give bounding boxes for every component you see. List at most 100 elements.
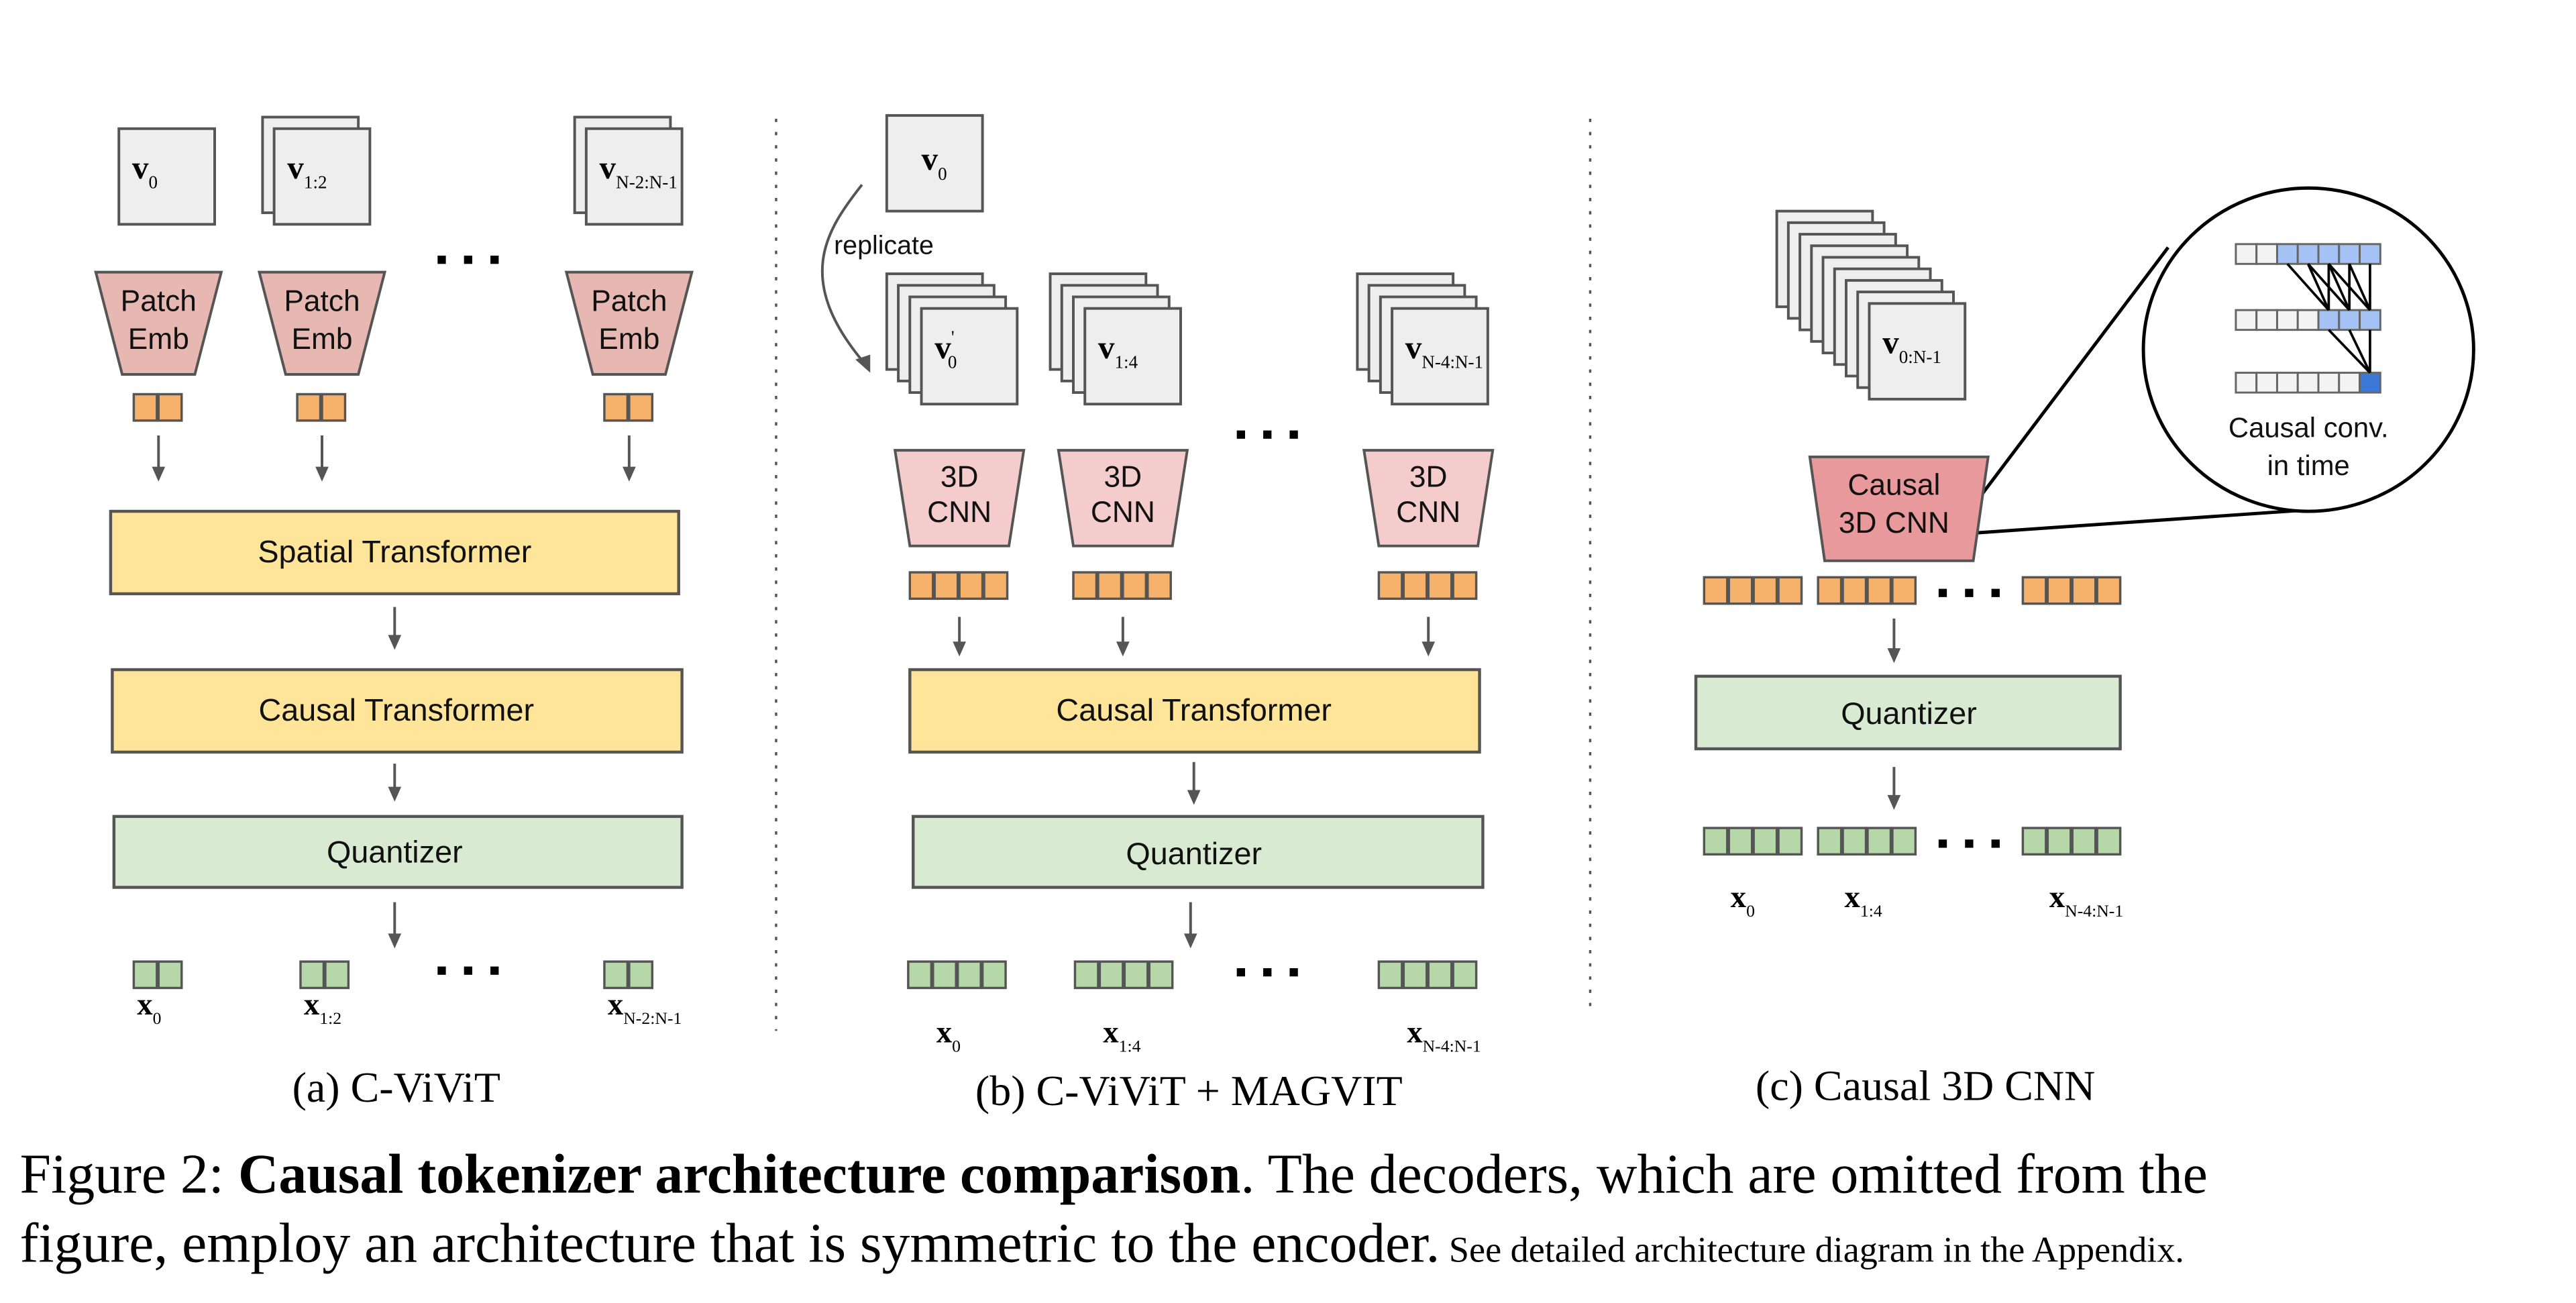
encoder-label: CNN <box>1091 496 1155 529</box>
token <box>132 960 158 990</box>
input-frame-stack: v' 0 <box>885 272 1019 406</box>
quantizer-label-b: Quantizer <box>1126 836 1262 871</box>
arrowhead-icon <box>388 786 402 802</box>
token <box>1841 576 1868 605</box>
token <box>1072 571 1098 601</box>
encoder-label: CNN <box>1396 496 1460 529</box>
arrowhead-icon <box>953 641 966 657</box>
token <box>1777 827 1803 856</box>
output-label: x0 <box>1731 880 1755 921</box>
token <box>1452 571 1478 601</box>
token <box>628 393 654 422</box>
panel-a-tokens <box>132 393 654 422</box>
figure-caption-line2: figure, employ an architecture that is s… <box>20 1212 2184 1275</box>
ellipsis-icon <box>437 256 499 264</box>
output-token-group <box>1073 960 1174 990</box>
patch-emb-block: Patch Emb <box>94 270 223 376</box>
token <box>299 960 325 990</box>
conv-cell <box>2359 243 2381 265</box>
token <box>1891 827 1917 856</box>
token <box>1727 576 1754 605</box>
token <box>1377 571 1403 601</box>
panel-c: v0:N-1 Causal conv. in time Causal 3D CN… <box>1694 186 2475 1110</box>
output-label: x0 <box>936 1015 961 1056</box>
conv-cell <box>2275 372 2299 394</box>
token <box>324 960 350 990</box>
conv-cell <box>2275 243 2299 265</box>
token <box>132 393 158 422</box>
lens-connector-bottom <box>1978 508 2312 535</box>
encoder-label: Emb <box>291 323 352 356</box>
output-token-group <box>2021 827 2122 856</box>
output-token-group <box>1377 960 1478 990</box>
token <box>1427 960 1453 990</box>
token <box>157 393 183 422</box>
ellipsis-icon <box>1938 588 2000 597</box>
token-group <box>132 393 183 422</box>
token <box>2046 576 2072 605</box>
token <box>1752 576 1778 605</box>
conv-cell <box>2255 243 2278 265</box>
output-label: xN-2:N-1 <box>608 987 682 1028</box>
token <box>1703 576 1729 605</box>
token <box>1752 827 1778 856</box>
token-group <box>1703 576 1803 605</box>
token <box>1377 960 1403 990</box>
ellipsis-icon <box>1938 839 2000 848</box>
panel-b-3d-cnns: 3DCNN3DCNN3DCNN <box>893 449 1495 548</box>
token <box>603 393 629 422</box>
token <box>958 571 984 601</box>
token <box>907 960 933 990</box>
encoder-label: Patch <box>591 285 667 318</box>
arrowhead-icon <box>388 933 402 949</box>
encoder-label: Emb <box>128 323 189 356</box>
panel-c-input-frames: v0:N-1 <box>1775 209 1967 401</box>
encoder-label: Patch <box>121 285 197 318</box>
causal-transformer-label-a: Causal Transformer <box>259 692 535 727</box>
token <box>1098 960 1124 990</box>
output-label: x1:4 <box>1103 1015 1140 1056</box>
conv-cell <box>2275 309 2299 331</box>
token <box>932 960 957 990</box>
token-group <box>908 571 1009 601</box>
encoder-label: CNN <box>927 496 991 529</box>
figure-canvas: v0 v1:2 vN-2:N-1 PatchEmbPatchEmbPatchEmb … <box>20 114 2475 1275</box>
figure-caption-line1: Figure 2: Causal tokenizer architecture … <box>20 1143 2208 1205</box>
ellipsis-icon <box>437 966 499 975</box>
token <box>1866 576 1892 605</box>
patch-emb-block: Patch Emb <box>257 270 387 376</box>
input-frame-stack: vN-2:N-1 <box>573 115 684 226</box>
panel-c-tokens <box>1703 576 2122 605</box>
ellipsis-icon <box>1236 968 1298 977</box>
token-group <box>1072 571 1172 601</box>
panel-a-input-frames: v0 v1:2 vN-2:N-1 <box>117 115 684 226</box>
replicate-arrowhead-icon <box>855 354 871 373</box>
panel-b-output-tokens: x0 x1:4 xN-4:N-1 <box>907 960 1481 1056</box>
panel-c-caption: (c) Causal 3D CNN <box>1756 1062 2095 1110</box>
cnn-3d-block: 3DCNN <box>1362 449 1495 548</box>
encoder-label: Emb <box>598 323 659 356</box>
token <box>1841 827 1868 856</box>
conv-cell <box>2255 309 2278 331</box>
panel-a-patch-embeddings: Patch Emb Patch Emb Patch Emb <box>94 270 694 376</box>
panel-b-input-frames: v' 0 v1:4 vN-4:N-1 <box>885 272 1489 406</box>
token <box>1891 576 1917 605</box>
token-group <box>1377 571 1478 601</box>
input-frame-stack: vN-4:N-1 <box>1356 272 1489 406</box>
cnn-3d-block: 3DCNN <box>893 449 1026 548</box>
token <box>1777 576 1803 605</box>
conv-cell <box>2317 243 2341 265</box>
conv-cell <box>2317 309 2341 331</box>
token <box>296 393 322 422</box>
output-label: xN-4:N-1 <box>2049 880 2123 921</box>
token <box>628 960 654 990</box>
conv-cell <box>2296 309 2320 331</box>
input-frame-stack: v0:N-1 <box>1775 209 1967 401</box>
panel-b: v0 replicate v' 0 v1:4 vN-4:N-1 3DCNN3DCNN3… <box>820 114 1495 1114</box>
output-token-group <box>132 960 183 990</box>
token <box>908 571 934 601</box>
conv-cell <box>2338 372 2361 394</box>
token <box>1402 960 1428 990</box>
conv-cell <box>2338 243 2361 265</box>
arrowhead-icon <box>152 466 166 482</box>
